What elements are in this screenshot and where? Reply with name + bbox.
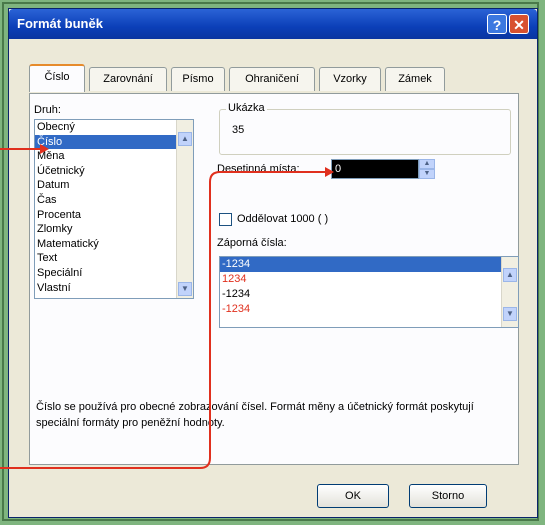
help-button[interactable]: ? bbox=[487, 14, 507, 34]
close-button[interactable]: ✕ bbox=[509, 14, 529, 34]
help-icon: ? bbox=[492, 17, 502, 33]
list-item[interactable]: Čas bbox=[35, 193, 193, 208]
titlebar[interactable]: Formát buněk ? ✕ bbox=[9, 9, 537, 39]
scroll-down-icon[interactable]: ▼ bbox=[178, 282, 192, 296]
format-description: Číslo se používá pro obecné zobrazování … bbox=[36, 401, 474, 429]
tab-label: Zarovnání bbox=[103, 73, 153, 85]
negative-numbers-list[interactable]: -1234 1234 -1234 -1234 ▲ ▼ bbox=[219, 256, 519, 328]
decimal-places-value: 0 bbox=[335, 163, 342, 175]
list-item[interactable]: Vlastní bbox=[35, 281, 193, 296]
decimal-places-label: Desetinná místa: bbox=[217, 163, 300, 175]
ok-button[interactable]: OK bbox=[317, 484, 389, 508]
list-item[interactable]: Speciální bbox=[35, 266, 193, 281]
tab-label: Zámek bbox=[398, 73, 432, 85]
sample-value: 35 bbox=[232, 124, 245, 136]
tab-vzorky[interactable]: Vzorky bbox=[319, 67, 381, 91]
dialog-title: Formát buněk bbox=[17, 16, 103, 31]
list-item[interactable]: Text bbox=[35, 251, 193, 266]
negative-numbers-label: Záporná čísla: bbox=[217, 237, 287, 249]
list-item[interactable]: 1234 bbox=[220, 272, 518, 287]
tab-label: Písmo bbox=[182, 73, 214, 85]
sample-group: Ukázka 35 bbox=[219, 102, 511, 155]
tab-cislo[interactable]: Číslo bbox=[29, 64, 85, 92]
category-scrollbar[interactable]: ▲ ▼ bbox=[176, 120, 193, 298]
tab-label: Číslo bbox=[44, 71, 70, 83]
category-label: Druh: bbox=[34, 104, 61, 116]
tab-zarovnani[interactable]: Zarovnání bbox=[89, 67, 167, 91]
scroll-up-icon[interactable]: ▲ bbox=[503, 268, 517, 282]
cancel-button[interactable]: Storno bbox=[409, 484, 487, 508]
scroll-down-icon[interactable]: ▼ bbox=[503, 307, 517, 321]
tab-label: Ohraničení bbox=[245, 73, 299, 85]
thousands-separator-label: Oddělovat 1000 ( ) bbox=[237, 213, 329, 225]
list-item[interactable]: -1234 bbox=[220, 287, 518, 302]
list-item[interactable]: Obecný bbox=[35, 120, 193, 135]
tab-label: Vzorky bbox=[333, 73, 367, 85]
list-item[interactable]: Zlomky bbox=[35, 222, 193, 237]
thousands-separator-checkbox[interactable] bbox=[219, 213, 232, 226]
sample-label: Ukázka bbox=[226, 102, 267, 114]
spin-down-icon[interactable]: ▼ bbox=[419, 169, 435, 179]
decimal-places-input[interactable]: 0 bbox=[331, 159, 419, 179]
spin-up-icon[interactable]: ▲ bbox=[419, 159, 435, 169]
tab-pismo[interactable]: Písmo bbox=[171, 67, 225, 91]
format-cells-dialog: Formát buněk ? ✕ Číslo Zarovnání Písmo O… bbox=[8, 8, 538, 518]
scroll-up-icon[interactable]: ▲ bbox=[178, 132, 192, 146]
list-item[interactable]: Účetnický bbox=[35, 164, 193, 179]
tab-ohraniceni[interactable]: Ohraničení bbox=[229, 67, 315, 91]
list-item-selected[interactable]: Číslo bbox=[35, 134, 193, 150]
list-item[interactable]: -1234 bbox=[220, 302, 518, 317]
decimal-spinner[interactable]: ▲ ▼ bbox=[419, 159, 435, 179]
list-item[interactable]: Procenta bbox=[35, 208, 193, 223]
close-icon: ✕ bbox=[513, 17, 525, 33]
list-item-selected[interactable]: -1234 bbox=[220, 257, 502, 272]
tab-zamek[interactable]: Zámek bbox=[385, 67, 445, 91]
category-list[interactable]: Obecný Číslo Měna Účetnický Datum Čas Pr… bbox=[34, 119, 194, 299]
negative-scrollbar[interactable]: ▲ ▼ bbox=[501, 257, 518, 327]
list-item[interactable]: Matematický bbox=[35, 237, 193, 252]
list-item[interactable]: Měna bbox=[35, 149, 193, 164]
list-item[interactable]: Datum bbox=[35, 178, 193, 193]
